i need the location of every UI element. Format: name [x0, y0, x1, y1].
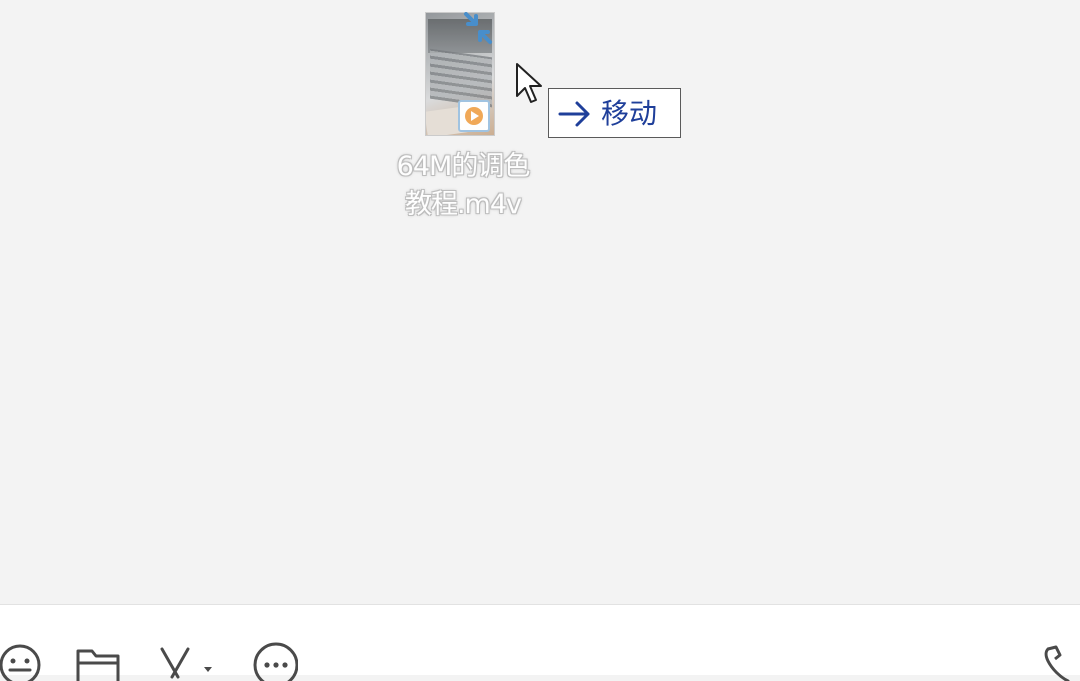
video-play-icon [458, 100, 490, 132]
thumbnail-laptop-keyboard [430, 48, 492, 108]
screenshot-button[interactable] [154, 641, 218, 681]
chevron-down-icon [204, 667, 212, 672]
dragged-file-ghost: 64M的调色 教程.m4v [378, 8, 548, 228]
more-options-button[interactable] [250, 641, 298, 681]
folder-icon [76, 649, 120, 681]
drop-effect-tooltip: 移动 [548, 88, 681, 138]
input-toolbar [0, 605, 1080, 681]
chat-message-area[interactable]: 64M的调色 教程.m4v 移动 [0, 0, 1080, 604]
arrow-right-icon [558, 101, 590, 127]
emoji-button[interactable] [0, 641, 44, 681]
phone-icon [1044, 645, 1070, 681]
file-name-line-1: 64M的调色 [396, 151, 531, 182]
play-triangle [471, 111, 479, 121]
more-icon [253, 642, 298, 681]
emoji-icon [0, 644, 41, 681]
scissors-icon [160, 647, 212, 679]
send-file-button[interactable] [74, 641, 122, 681]
mouse-pointer-icon [516, 63, 542, 103]
file-name-label: 64M的调色 教程.m4v [378, 148, 548, 224]
file-name-line-2: 教程.m4v [404, 189, 522, 220]
drop-effect-label: 移动 [601, 97, 658, 130]
voice-call-button[interactable] [1040, 641, 1080, 681]
shrink-arrows-icon [464, 12, 492, 44]
